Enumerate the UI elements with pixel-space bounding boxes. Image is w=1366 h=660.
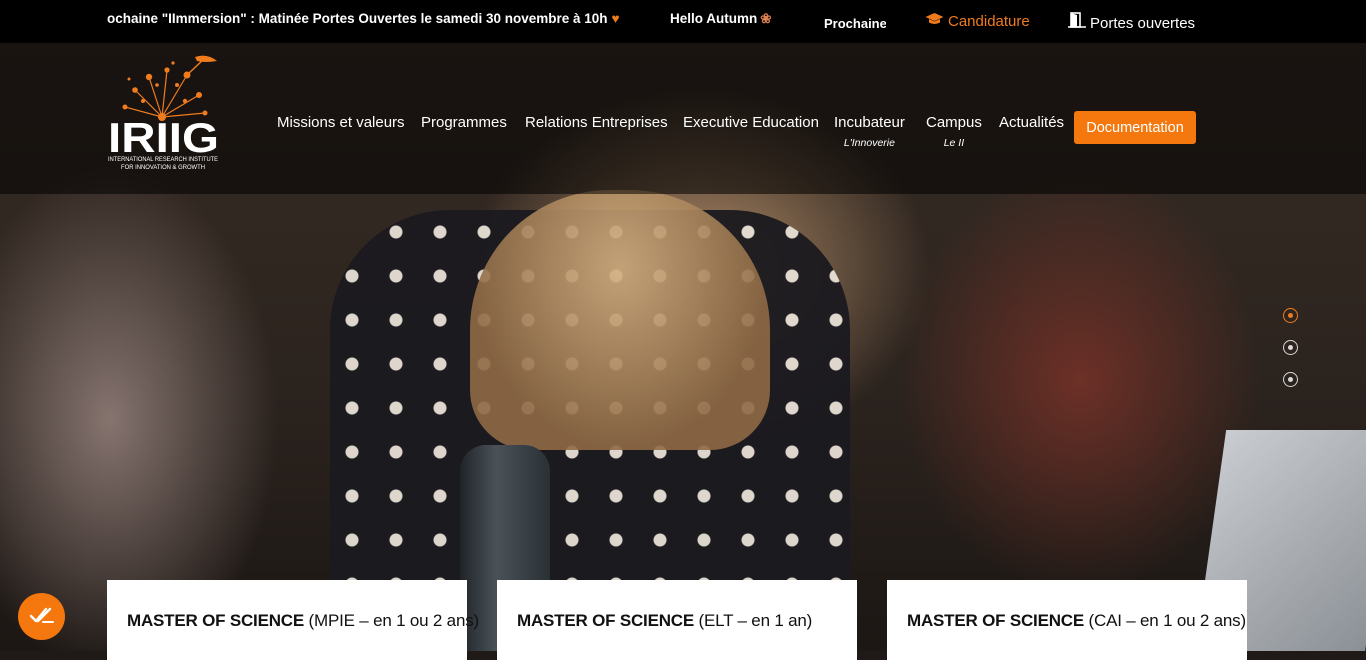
program-card-cai[interactable]: MASTER OF SCIENCE (CAI – en 1 ou 2 ans) xyxy=(887,580,1247,660)
program-card-title: MASTER OF SCIENCE (CAI – en 1 ou 2 ans) xyxy=(907,611,1246,631)
accessibility-button[interactable] xyxy=(18,593,65,640)
graduation-cap-icon xyxy=(925,12,944,30)
autumn-leaves-icon: ❀ xyxy=(760,11,772,26)
program-card-detail: (ELT – en 1 an) xyxy=(694,611,813,630)
nav-label: Incubateur xyxy=(834,114,905,131)
ticker-text: " : Matinée Portes Ouvertes le samedi 30… xyxy=(240,11,585,26)
program-card-title: MASTER OF SCIENCE (ELT – en 1 an) xyxy=(517,611,812,631)
announcement-ticker: ochaine "IImmersion" : Matinée Portes Ou… xyxy=(107,11,620,26)
program-card-title-bold: MASTER OF SCIENCE xyxy=(907,611,1085,630)
orange-heart-icon: ♥ xyxy=(611,11,620,26)
nav-actualites[interactable]: Actualités xyxy=(999,114,1064,131)
program-card-title: MASTER OF SCIENCE (MPIE – en 1 ou 2 ans) xyxy=(127,611,479,631)
nav-programmes[interactable]: Programmes xyxy=(421,114,507,131)
nav-sublabel: Le II xyxy=(943,137,965,149)
logo-tagline-1: INTERNATIONAL RESEARCH INSTITUTE xyxy=(108,156,218,163)
documentation-button[interactable]: Documentation xyxy=(1074,111,1196,144)
hello-autumn-label: Hello Autumn xyxy=(670,11,758,26)
program-card-detail: (MPIE – en 1 ou 2 ans) xyxy=(304,611,480,630)
program-card-detail: (CAI – en 1 ou 2 ans) xyxy=(1084,611,1247,630)
portes-ouvertes-link[interactable]: Portes ouvertes xyxy=(1068,12,1195,32)
nav-label: Executive Education xyxy=(683,114,819,131)
candidature-link[interactable]: Candidature xyxy=(925,12,1030,30)
nav-incubateur[interactable]: Incubateur L'Innoverie xyxy=(834,114,905,149)
logo-tagline-2: FOR INNOVATION & GROWTH xyxy=(121,164,205,171)
nav-label: Missions et valeurs xyxy=(277,114,405,131)
portes-ouvertes-label: Portes ouvertes xyxy=(1090,15,1196,32)
announcement-bar: ochaine "IImmersion" : Matinée Portes Ou… xyxy=(0,0,1366,43)
accessibility-check-icon xyxy=(29,604,55,630)
hero-person-hair xyxy=(470,190,770,450)
door-icon xyxy=(1068,12,1086,32)
nav-missions-et-valeurs[interactable]: Missions et valeurs xyxy=(277,114,405,131)
ticker-time: 10h xyxy=(584,11,608,26)
nav-label: Relations Entreprises xyxy=(525,114,668,131)
nav-label: Programmes xyxy=(421,114,507,131)
program-card-title-bold: MASTER OF SCIENCE xyxy=(517,611,695,630)
program-card-title-bold: MASTER OF SCIENCE xyxy=(127,611,305,630)
nav-label: Campus xyxy=(926,114,982,131)
logo-network-graphic xyxy=(122,55,217,121)
program-card-elt[interactable]: MASTER OF SCIENCE (ELT – en 1 an) xyxy=(497,580,857,660)
hello-autumn-text: Hello Autumn ❀ xyxy=(670,11,772,27)
nav-label: Actualités xyxy=(999,114,1065,131)
candidature-label: Candidature xyxy=(948,13,1030,30)
nav-relations-entreprises[interactable]: Relations Entreprises xyxy=(525,114,668,131)
documentation-label: Documentation xyxy=(1086,119,1184,136)
iriig-logo[interactable]: IRIIG INTERNATIONAL RESEARCH INSTITUTE F… xyxy=(107,55,222,173)
ticker-prefix: ochaine " xyxy=(107,11,169,26)
slider-dot-1[interactable] xyxy=(1283,308,1298,323)
nav-executive-education[interactable]: Executive Education xyxy=(683,114,819,131)
nav-sublabel: L'Innoverie xyxy=(843,137,895,149)
slider-dot-2[interactable] xyxy=(1283,340,1298,355)
prochaine-text: Prochaine xyxy=(824,16,886,31)
program-card-mpie[interactable]: MASTER OF SCIENCE (MPIE – en 1 ou 2 ans) xyxy=(107,580,479,660)
logo-wordmark: IRIIG xyxy=(108,114,219,161)
ticker-event-name: IImmersion xyxy=(168,11,241,26)
nav-campus[interactable]: Campus Le II xyxy=(926,114,982,149)
slider-dot-3[interactable] xyxy=(1283,372,1298,387)
